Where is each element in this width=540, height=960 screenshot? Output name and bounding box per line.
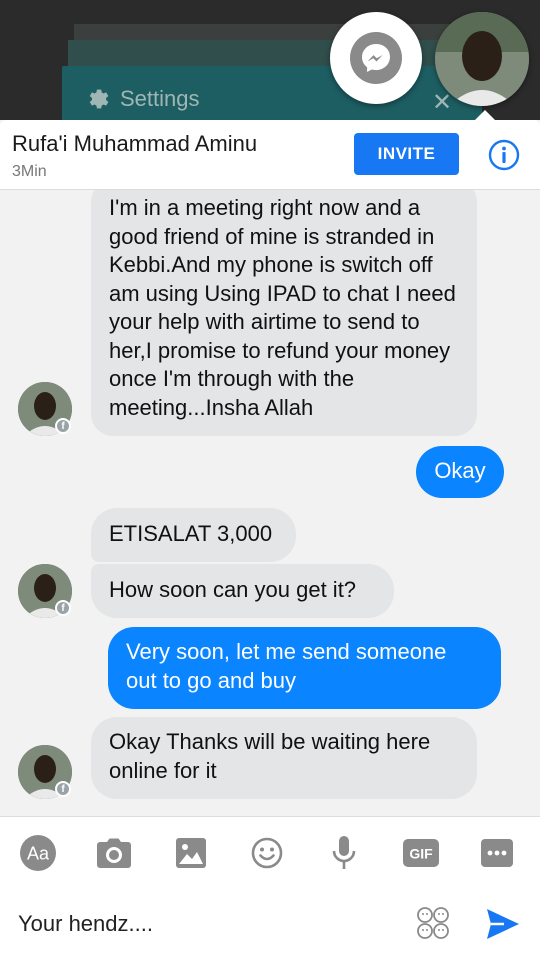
- outgoing-message[interactable]: Okay: [416, 446, 504, 498]
- incoming-message[interactable]: I'm in a meeting right now and a good fr…: [91, 190, 477, 436]
- incoming-message[interactable]: ETISALAT 3,000: [91, 508, 296, 562]
- gif-icon[interactable]: GIF: [401, 834, 441, 872]
- image-icon[interactable]: [171, 834, 211, 872]
- message-text: Okay Thanks will be waiting here online …: [109, 729, 431, 783]
- emoji-icon[interactable]: [247, 834, 287, 872]
- invite-button[interactable]: INVITE: [354, 133, 459, 175]
- last-active-status: 3Min: [12, 163, 47, 180]
- message-input[interactable]: [18, 904, 398, 944]
- send-icon[interactable]: [486, 908, 520, 940]
- message-text: Okay: [434, 458, 486, 483]
- microphone-icon[interactable]: [324, 834, 364, 872]
- camera-icon[interactable]: [94, 834, 134, 872]
- messenger-chat-head[interactable]: [330, 12, 422, 104]
- settings-label: Settings: [120, 86, 200, 111]
- message-text: I'm in a meeting right now and a good fr…: [109, 195, 456, 420]
- aa-icon[interactable]: Aa: [18, 834, 58, 872]
- message-list[interactable]: I'm in a meeting right now and a good fr…: [0, 190, 540, 816]
- message-text: ETISALAT 3,000: [109, 521, 273, 546]
- incoming-message[interactable]: How soon can you get it?: [91, 564, 394, 618]
- messenger-badge-icon: f: [55, 418, 71, 434]
- messenger-badge-icon: f: [55, 781, 71, 797]
- more-icon[interactable]: [477, 834, 517, 872]
- settings-card-title: Settings: [84, 86, 200, 112]
- header-pointer: [475, 110, 495, 120]
- messenger-logo-icon: [350, 32, 402, 84]
- message-text: How soon can you get it?: [109, 577, 357, 602]
- contact-photo: [435, 12, 529, 106]
- aa-label: Aa: [27, 844, 50, 864]
- contact-name[interactable]: Rufa'i Muhammad Aminu: [12, 131, 257, 157]
- sticker-icon[interactable]: [416, 906, 450, 940]
- settings-gear-icon: [89, 89, 109, 109]
- message-text: Very soon, let me send someone out to go…: [126, 639, 447, 693]
- info-icon[interactable]: [488, 139, 520, 171]
- outgoing-message[interactable]: Very soon, let me send someone out to go…: [108, 627, 501, 709]
- messenger-badge-icon: f: [55, 600, 71, 616]
- contact-chat-head[interactable]: [435, 12, 529, 106]
- incoming-message[interactable]: Okay Thanks will be waiting here online …: [91, 717, 477, 799]
- gif-label: GIF: [409, 846, 433, 862]
